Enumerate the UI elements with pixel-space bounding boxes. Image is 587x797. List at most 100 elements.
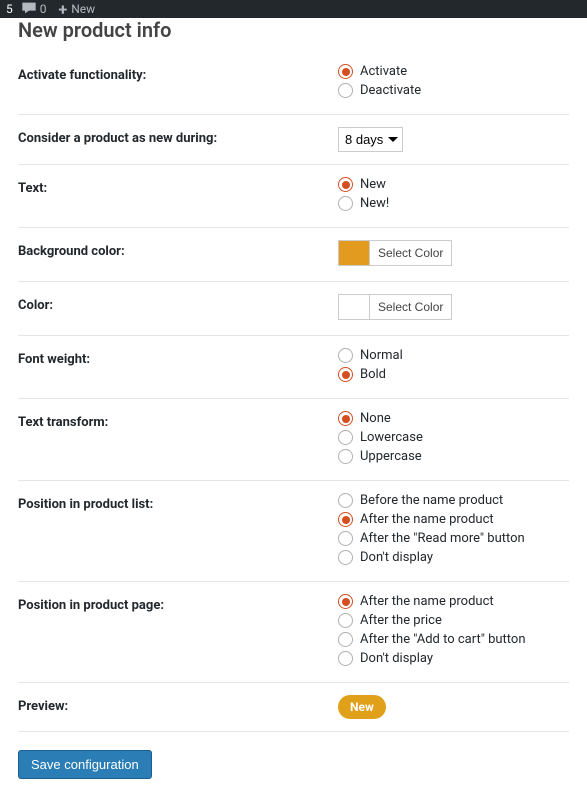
radio-option[interactable]: After the name product <box>338 512 569 527</box>
select-days[interactable]: 8 days <box>338 127 403 152</box>
radio-label: Don't display <box>360 651 433 666</box>
radio-icon <box>338 531 353 546</box>
setting-controls: After the name product After the price Aft… <box>338 594 569 670</box>
radio-icon <box>338 493 353 508</box>
page-title: New product info <box>18 18 569 52</box>
setting-consider-new: Consider a product as new during: 8 days <box>18 115 569 165</box>
radio-option[interactable]: After the price <box>338 613 569 628</box>
radio-option[interactable]: Bold <box>338 367 569 382</box>
radio-icon <box>338 651 353 666</box>
radio-label: New! <box>360 196 389 211</box>
setting-label: Activate functionality: <box>18 64 338 102</box>
radio-label: Activate <box>360 64 407 79</box>
radio-icon <box>338 83 353 98</box>
setting-label: Font weight: <box>18 348 338 386</box>
radio-icon <box>338 430 353 445</box>
radio-option[interactable]: Lowercase <box>338 430 569 445</box>
setting-label: Position in product page: <box>18 594 338 670</box>
setting-position-list: Position in product list: Before the nam… <box>18 481 569 582</box>
radio-option[interactable]: Deactivate <box>338 83 569 98</box>
radio-option[interactable]: Don't display <box>338 651 569 666</box>
setting-label: Position in product list: <box>18 493 338 569</box>
color-picker-bg[interactable]: Select Color <box>338 240 452 266</box>
radio-icon <box>338 177 353 192</box>
radio-option[interactable]: New! <box>338 196 569 211</box>
comment-icon <box>21 0 37 19</box>
radio-icon <box>338 64 353 79</box>
setting-label: Text: <box>18 177 338 215</box>
setting-controls: Activate Deactivate <box>338 64 569 102</box>
setting-position-page: Position in product page: After the name… <box>18 582 569 683</box>
radio-label: Bold <box>360 367 386 382</box>
color-swatch <box>339 295 369 319</box>
radio-label: Don't display <box>360 550 433 565</box>
setting-label: Text transform: <box>18 411 338 468</box>
setting-controls: New New! <box>338 177 569 215</box>
color-picker-fg[interactable]: Select Color <box>338 294 452 320</box>
radio-label: After the name product <box>360 594 494 609</box>
radio-icon <box>338 449 353 464</box>
radio-label: Deactivate <box>360 83 421 98</box>
setting-preview: Preview: New <box>18 683 569 731</box>
content: New product info Activate functionality:… <box>0 18 587 797</box>
radio-label: Lowercase <box>360 430 423 445</box>
radio-icon <box>338 367 353 382</box>
radio-option[interactable]: None <box>338 411 569 426</box>
radio-icon <box>338 594 353 609</box>
setting-activate: Activate functionality: Activate Deactiva… <box>18 52 569 115</box>
setting-label: Background color: <box>18 240 338 269</box>
radio-option[interactable]: Normal <box>338 348 569 363</box>
setting-controls: New <box>338 695 569 719</box>
admin-bar: 5 0 + New <box>0 0 587 18</box>
radio-icon <box>338 613 353 628</box>
radio-icon <box>338 348 353 363</box>
radio-icon <box>338 411 353 426</box>
radio-option[interactable]: Don't display <box>338 550 569 565</box>
setting-controls: 8 days <box>338 127 569 152</box>
comment-count: 0 <box>40 2 47 16</box>
radio-icon <box>338 512 353 527</box>
radio-option[interactable]: Uppercase <box>338 449 569 464</box>
admin-bar-count[interactable]: 5 <box>6 2 13 16</box>
radio-label: Before the name product <box>360 493 503 508</box>
setting-controls: Before the name product After the name pr… <box>338 493 569 569</box>
setting-bg-color: Background color: Select Color <box>18 228 569 282</box>
radio-option[interactable]: Activate <box>338 64 569 79</box>
radio-option[interactable]: After the "Add to cart" button <box>338 632 569 647</box>
setting-text: Text: New New! <box>18 165 569 228</box>
setting-label: Preview: <box>18 695 338 719</box>
radio-label: None <box>360 411 391 426</box>
radio-icon <box>338 196 353 211</box>
setting-label: Color: <box>18 294 338 323</box>
radio-label: After the price <box>360 613 442 628</box>
radio-option[interactable]: After the name product <box>338 594 569 609</box>
setting-label: Consider a product as new during: <box>18 127 338 152</box>
setting-color: Color: Select Color <box>18 282 569 336</box>
select-color-button[interactable]: Select Color <box>369 241 451 265</box>
admin-bar-comments[interactable]: 0 <box>21 0 47 19</box>
admin-bar-new-label: New <box>71 2 95 16</box>
radio-label: New <box>360 177 386 192</box>
setting-controls: Normal Bold <box>338 348 569 386</box>
setting-controls: Select Color <box>338 294 569 323</box>
setting-font-weight: Font weight: Normal Bold <box>18 336 569 399</box>
setting-text-transform: Text transform: None Lowercase Uppercase <box>18 399 569 481</box>
admin-bar-new[interactable]: + New <box>59 0 96 19</box>
color-swatch <box>339 241 369 265</box>
setting-controls: None Lowercase Uppercase <box>338 411 569 468</box>
radio-option[interactable]: After the "Read more" button <box>338 531 569 546</box>
radio-icon <box>338 632 353 647</box>
settings-section: Activate functionality: Activate Deactiva… <box>18 52 569 732</box>
select-color-button[interactable]: Select Color <box>369 295 451 319</box>
radio-label: After the "Read more" button <box>360 531 525 546</box>
save-configuration-button[interactable]: Save configuration <box>18 750 152 779</box>
radio-label: Normal <box>360 348 403 363</box>
radio-option[interactable]: Before the name product <box>338 493 569 508</box>
radio-label: After the "Add to cart" button <box>360 632 526 647</box>
setting-controls: Select Color <box>338 240 569 269</box>
radio-label: Uppercase <box>360 449 422 464</box>
radio-icon <box>338 550 353 565</box>
radio-option[interactable]: New <box>338 177 569 192</box>
preview-badge: New <box>338 695 386 719</box>
plus-icon: + <box>59 0 68 19</box>
